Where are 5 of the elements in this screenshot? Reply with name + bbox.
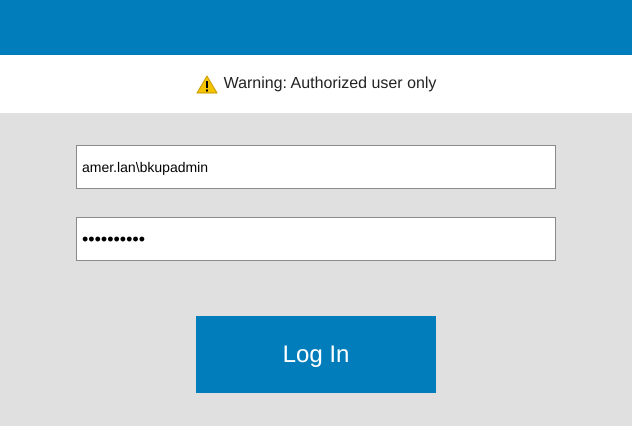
password-field[interactable]: ••••••••••: [76, 217, 556, 261]
warning-icon: [196, 74, 218, 94]
login-button[interactable]: Log In: [196, 316, 436, 393]
warning-text: Warning: Authorized user only: [224, 75, 436, 93]
username-field[interactable]: amer.lan\bkupadmin: [76, 145, 556, 189]
